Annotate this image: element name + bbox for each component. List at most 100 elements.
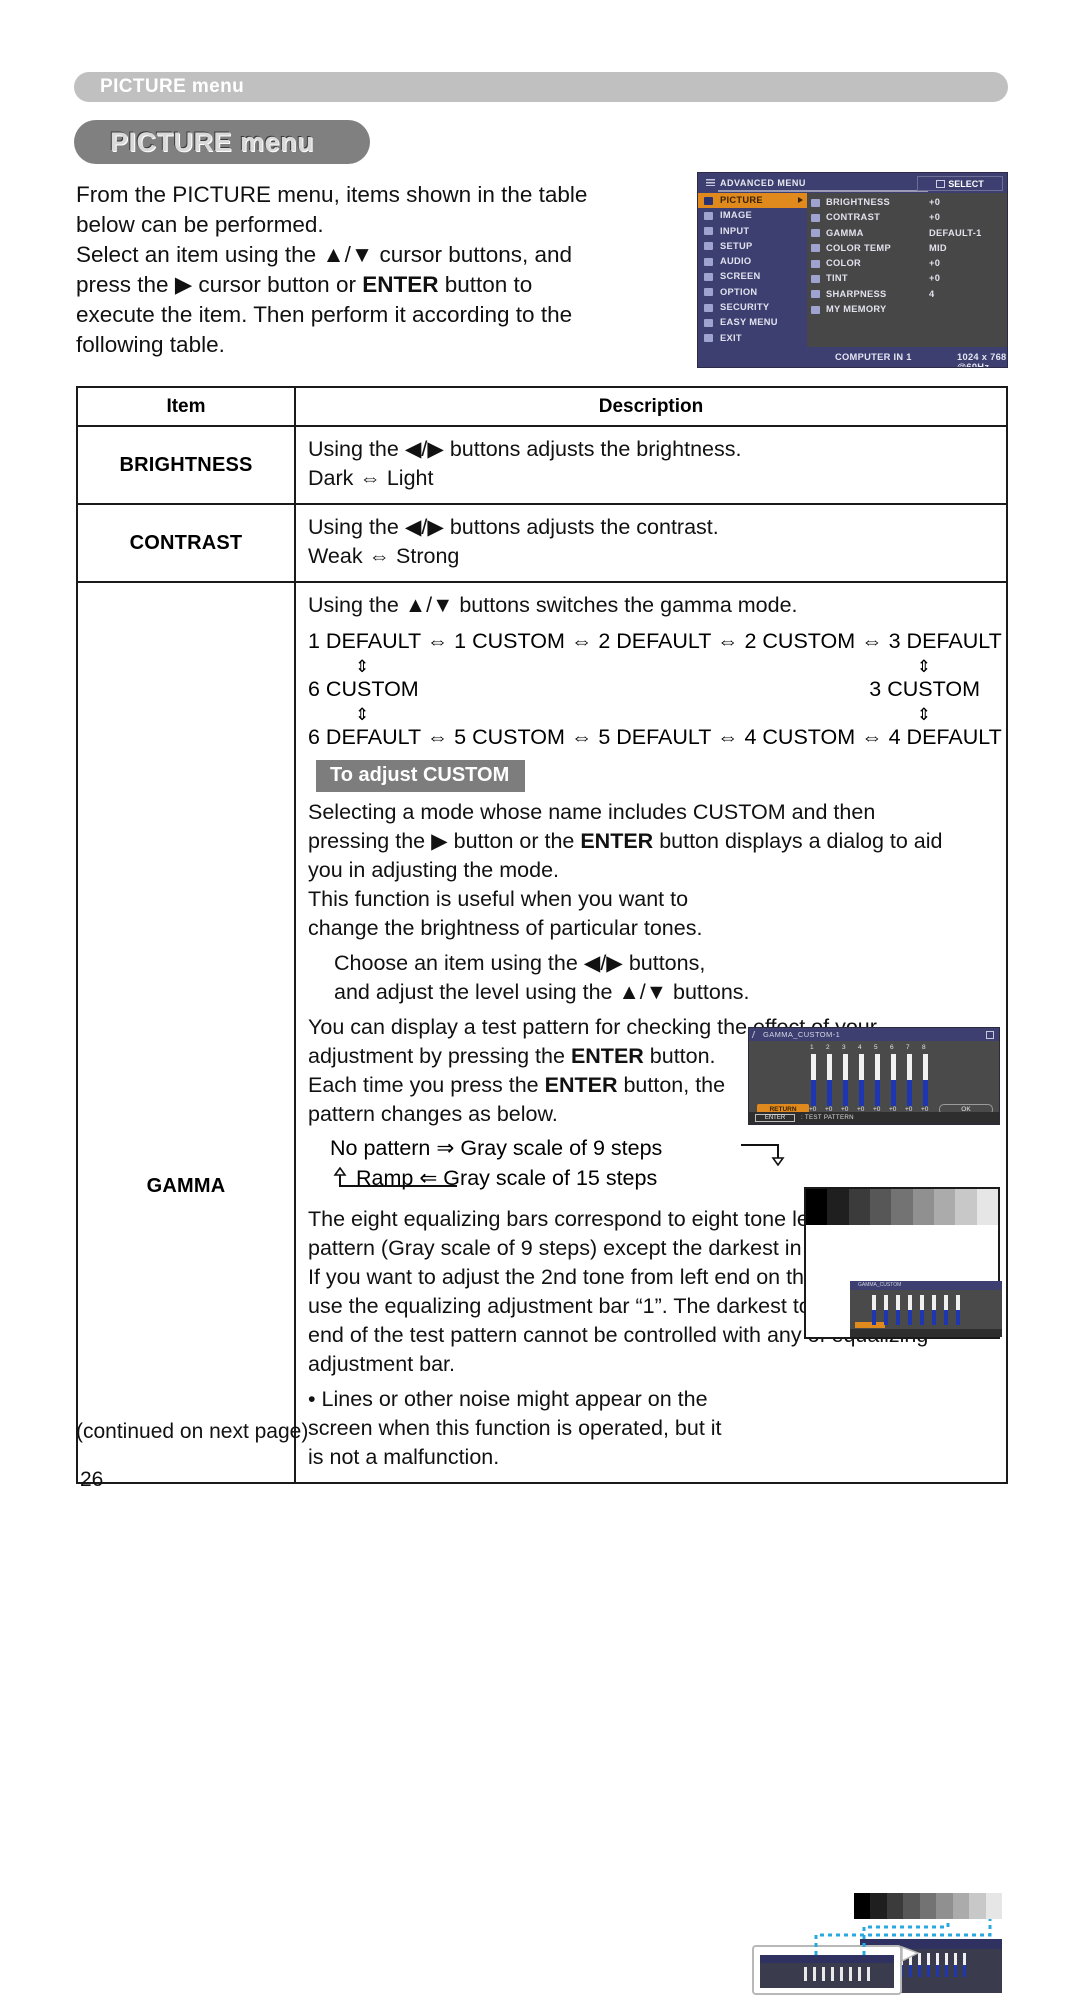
bar-lower-segment [908,1310,912,1325]
cycle-arrow-left-up-icon [333,1167,457,1187]
equalizer-bar-number: 2 [826,1044,830,1051]
updown-arrow-icon: ▲/▼ [322,242,374,267]
osd-menu-item-label: AUDIO [720,256,752,267]
equalizer-bar-7[interactable]: 7 [906,1044,912,1106]
equalizer-bar-4[interactable]: 4 [858,1044,864,1106]
leftright-arrow-icon: ◀/▶ [404,437,444,461]
leftright-arrow-icon: ◀/▶ [583,951,623,975]
osd-menu-title: ADVANCED MENU [720,178,806,188]
brightness-line-1-a: Using the [308,437,405,461]
osd-setting-color[interactable]: COLOR +0 [811,256,1005,271]
osd-setting-color-temp[interactable]: COLOR TEMP MID [811,241,1005,256]
osd-setting-sharpness[interactable]: SHARPNESS 4 [811,287,1005,302]
table-row: CONTRAST Using the ◀/▶ buttons adjusts t… [78,505,1006,583]
osd-menu-item-image[interactable]: IMAGE [698,208,807,223]
equalizer-bar-1[interactable]: 1 [810,1044,816,1106]
osd-status-source: COMPUTER IN 1 [835,352,912,362]
gamma-dialog-titlebar: GAMMA_CUSTOM-1 [749,1028,999,1041]
gamma-seq-top: 1 DEFAULT ⇔ 1 CUSTOM ⇔ 2 DEFAULT ⇔ 2 CUS… [308,629,1002,653]
mini-dialog-titlebar: GAMMA_CUSTOM [850,1281,1002,1290]
equalizer-bar-6[interactable]: 6 [890,1044,896,1106]
enter-keyword: ENTER [580,829,654,853]
menu-item-icon [704,196,713,205]
gamma-seq-bottom: 6 DEFAULT ⇔ 5 CUSTOM ⇔ 5 DEFAULT ⇔ 4 CUS… [308,725,1002,749]
bar-upper-segment [920,1295,924,1310]
intro-line-3-b: cursor buttons, and [373,242,573,267]
equalizer-bar-5[interactable]: 5 [874,1044,880,1106]
osd-menu-item-picture[interactable]: PICTURE [698,193,807,209]
osd-title-underline [718,190,928,192]
osd-setting-value: +0 [929,212,941,223]
test-pattern-cycle: No pattern ⇒ Gray scale of 9 steps Ramp … [308,1133,996,1193]
equalizer-bar-number: 5 [874,1044,878,1051]
osd-menu-item-option[interactable]: OPTION [698,285,807,300]
osd-setting-brightness[interactable]: BRIGHTNESS +0 [811,195,1005,210]
osd-menu-item-label: IMAGE [720,210,752,221]
menu-item-icon [704,303,713,312]
gamma-custom-dialog-screenshot: GAMMA_CUSTOM-1 12345678 +0 +0 +0 +0 +0 +0 +0 +0… [748,1027,1000,1125]
gamma-p3-line2-a: and adjust the level using the [334,980,619,1004]
gamma-p4-line2-a: adjustment by pressing the [308,1044,571,1068]
gamma-p5-line6: adjustment bar. [308,1352,456,1376]
mini-dialog-title: GAMMA_CUSTOM [858,1282,902,1288]
gamma-p3-line1-a: Choose an item using the [334,951,584,975]
gamma-seq-middle: 6 CUSTOM 3 CUSTOM [308,676,980,702]
section-title-pill: PICTURE menu [74,120,370,164]
osd-select-button[interactable]: SELECT [917,176,1003,191]
equalizer-bar-8[interactable]: 8 [922,1044,928,1106]
gray-step-6 [912,1189,934,1225]
test-pattern-hint: : TEST PATTERN [801,1114,854,1121]
enter-keyword: ENTER [362,272,439,297]
table-header-row: Item Description [78,388,1006,427]
gamma-p1-line2-b: button or the [447,829,581,853]
gray-step-4 [869,1189,892,1225]
gamma-paragraph-3: Choose an item using the ◀/▶ buttons, an… [308,949,996,1007]
osd-menu-item-screen[interactable]: SCREEN [698,269,807,284]
bar-upper-segment [859,1054,864,1080]
osd-left-menu: PICTURE IMAGE INPUT SETUP AUDIO SCREEN OPTION S… [698,193,807,367]
gamma-p3-line2-b: buttons. [667,980,750,1004]
equalizer-bar-2[interactable]: 2 [826,1044,832,1106]
right-arrow-icon: ▶ [174,272,193,297]
contrast-line-1-b: buttons adjusts the contrast. [443,515,719,539]
osd-setting-tint[interactable]: TINT +0 [811,271,1005,286]
row-desc-gamma: Using the ▲/▼ buttons switches the gamma… [296,583,1006,1995]
osd-setting-label: CONTRAST [826,212,881,223]
row-item-gamma: GAMMA [78,583,296,1482]
setting-icon [811,244,820,253]
gamma-intro: Using the ▲/▼ buttons switches the gamma… [308,591,996,620]
bar-lower-segment [907,1080,912,1106]
intro-line-4-a: press the [76,272,175,297]
gray-step-7 [933,1189,956,1225]
right-arrow-icon: ▶ [431,829,448,853]
osd-setting-gamma[interactable]: GAMMA DEFAULT-1 [811,226,1005,241]
gamma-p1-line2-c: button displays a dialog to aid [653,829,943,853]
contrast-line-1: Using the ◀/▶ buttons adjusts the contra… [308,513,996,542]
updown-arrow-icon: ▲/▼ [404,593,454,617]
osd-menu-item-input[interactable]: INPUT [698,224,807,239]
osd-menu-item-security[interactable]: SECURITY [698,300,807,315]
gamma-p6-line1: • Lines or other noise might appear on t… [308,1387,708,1411]
menu-list-icon [706,179,715,186]
gamma-seq-mid-left: 6 CUSTOM [308,677,419,701]
osd-menu-item-setup[interactable]: SETUP [698,239,807,254]
osd-menu-item-exit[interactable]: EXIT [698,331,807,346]
osd-setting-value: +0 [929,273,941,284]
equalizer-bar-number: 7 [906,1044,910,1051]
osd-menu-item-easy-menu[interactable]: EASY MENU [698,315,807,330]
osd-setting-contrast[interactable]: CONTRAST +0 [811,210,1005,225]
enter-keyword: ENTER [570,1044,644,1068]
intro-line-4-c: button to [438,272,533,297]
callout-connector-lines [814,1919,992,1963]
osd-setting-my-memory[interactable]: MY MEMORY [811,302,1005,317]
osd-menu-item-audio[interactable]: AUDIO [698,254,807,269]
gamma-dialog-footer: ENTER : TEST PATTERN [749,1112,999,1124]
mini-equalizer-bar-7 [944,1295,948,1325]
equalizer-bar-3[interactable]: 3 [842,1044,848,1106]
bar-upper-segment [843,1054,848,1080]
intro-line-3-a: Select an item using the [76,242,323,267]
osd-setting-value: +0 [929,197,941,207]
osd-statusbar: COMPUTER IN 1 1024 x 768 @60Hz [807,347,1007,367]
osd-menu-item-label: EXIT [720,332,742,343]
osd-setting-label: MY MEMORY [826,304,887,315]
